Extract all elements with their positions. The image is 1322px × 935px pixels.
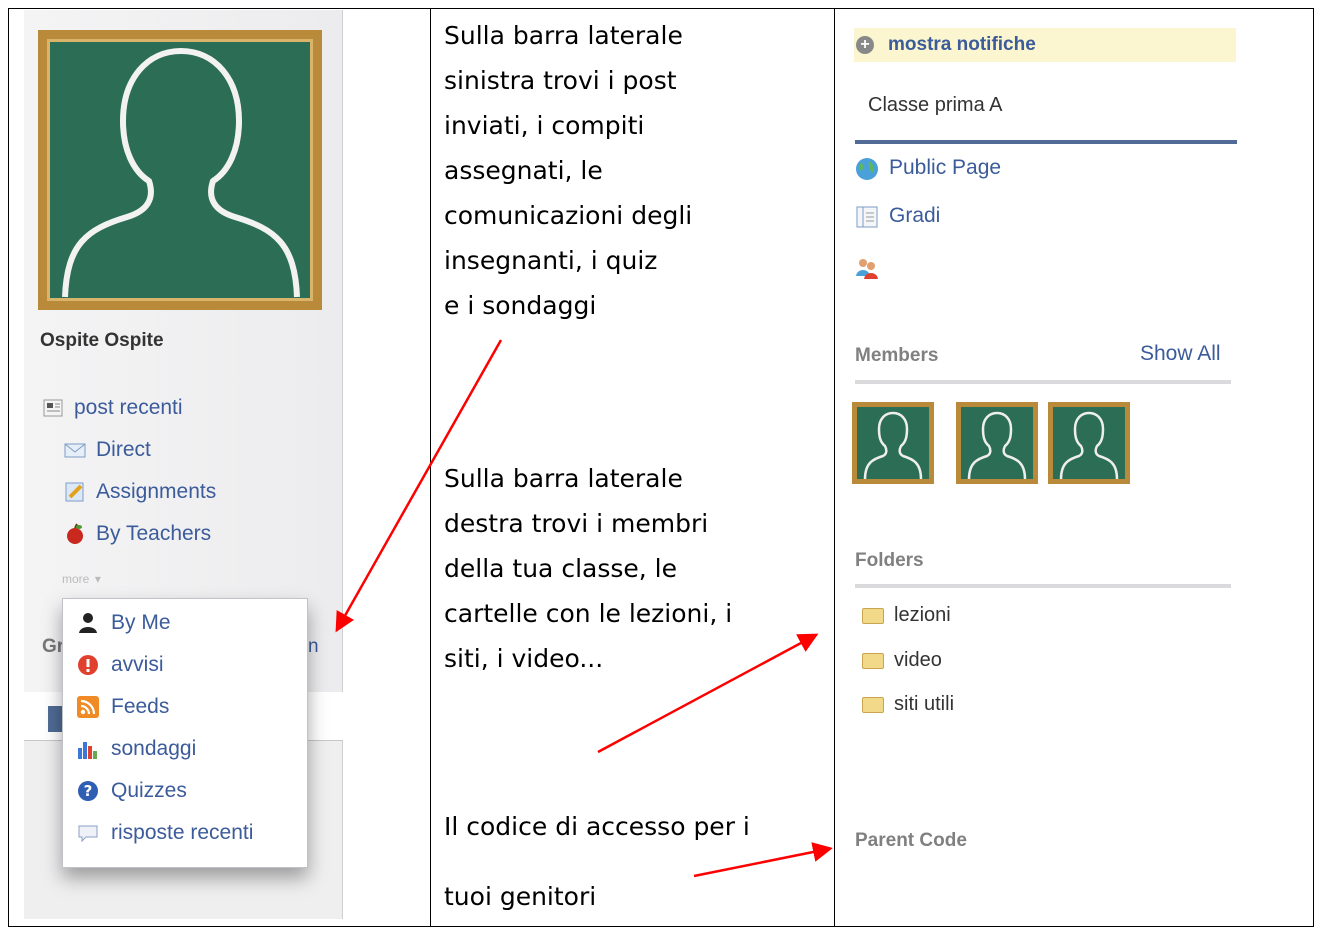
arrow-to-folders [597,633,819,754]
annotation-arrows [335,339,833,878]
arrow-to-left-sidebar [335,339,503,633]
arrow-to-parent-code [693,842,833,878]
